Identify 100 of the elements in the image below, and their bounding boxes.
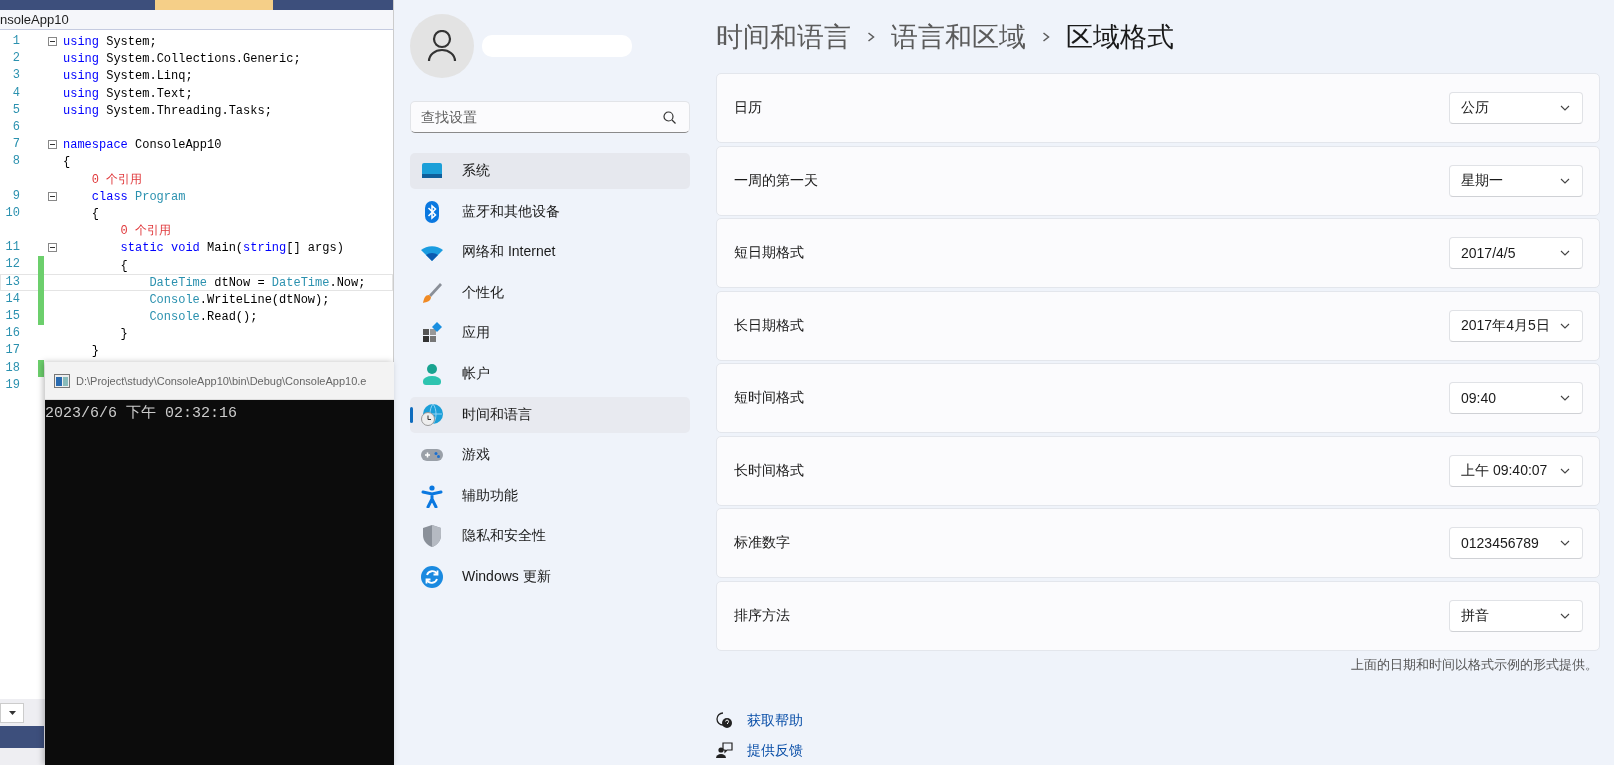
line-number: 10 [4, 204, 21, 222]
dropdown[interactable]: 公历 [1449, 92, 1583, 124]
nav-item[interactable]: 系统 [410, 153, 690, 189]
line-number: 15 [4, 308, 21, 325]
breadcrumb-link[interactable]: 时间和语言 [716, 18, 851, 55]
chevron-down-icon [1560, 322, 1570, 329]
reference-count-link[interactable]: 0 个引用 [60, 222, 393, 240]
line-number: 12 [4, 256, 21, 274]
search-icon [663, 111, 676, 124]
setting-label: 日历 [734, 99, 762, 117]
help-link[interactable]: 获取帮助 [747, 711, 803, 730]
line-number: 17 [4, 342, 21, 360]
collapse-icon[interactable] [48, 191, 57, 201]
breadcrumb-link[interactable]: 语言和区域 [891, 18, 1026, 55]
code-line: using System.Collections.Generic; [62, 51, 302, 68]
code-line: using System.Text; [62, 85, 194, 102]
nav-item[interactable]: 隐私和安全性 [410, 518, 690, 555]
file-title: nsoleApp10 [0, 10, 393, 30]
line-number: 9 [11, 187, 21, 205]
window-title: D:\Project\study\ConsoleApp10\bin\Debug\ConsoleApp10.e [76, 374, 367, 387]
line-number: 8 [11, 153, 21, 171]
nav-item[interactable]: 游戏 [410, 437, 690, 474]
reference-count-link[interactable]: 0 个引用 [60, 170, 393, 188]
dropdown[interactable]: 上午 09:40:07 [1449, 454, 1583, 487]
dropdown[interactable]: 拼音 [1449, 599, 1583, 632]
nav-item[interactable]: 蓝牙和其他设备 [410, 193, 690, 230]
dropdown[interactable]: 星期一 [1449, 164, 1583, 197]
feedback-person-icon [716, 742, 733, 759]
nav-item[interactable]: 应用 [410, 315, 690, 352]
line-number: 18 [4, 359, 21, 377]
selection-indicator [410, 406, 413, 423]
chevron-down-icon [1560, 540, 1570, 546]
sync-icon [420, 564, 444, 589]
code-line: namespace ConsoleApp10 [62, 137, 223, 154]
line-number: 6 [11, 118, 21, 136]
setting-label: 一周的第一天 [734, 171, 818, 190]
person-silhouette-icon [427, 30, 457, 62]
nav-item[interactable]: 时间和语言 [410, 396, 690, 433]
code-line: { [62, 154, 72, 171]
page-title: 区域格式 [1066, 20, 1174, 54]
dropdown[interactable]: 0123456789 [1449, 527, 1583, 559]
setting-label: 短日期格式 [734, 244, 804, 262]
console-app-icon [54, 373, 70, 388]
paintbrush-icon [420, 280, 444, 305]
nav-item[interactable]: 帐户 [410, 355, 690, 392]
line-number: 11 [4, 239, 21, 257]
chevron-down-icon [1560, 177, 1570, 184]
line-number: 19 [4, 376, 21, 394]
code-line: using System; [62, 34, 158, 51]
collapse-icon[interactable] [48, 243, 57, 253]
code-line: using System.Linq; [62, 68, 194, 85]
nav-item[interactable]: 辅助功能 [410, 477, 690, 514]
nav-item[interactable]: Windows 更新 [410, 558, 690, 595]
code-line: } [119, 326, 129, 343]
footnote: 上面的日期和时间以格式示例的形式提供。 [1351, 655, 1599, 674]
line-number: 1 [11, 33, 21, 50]
collapse-icon[interactable] [48, 140, 57, 150]
line-number: 3 [11, 67, 21, 85]
setting-label: 标准数字 [734, 534, 790, 552]
console-output: 2023/6/6 下午 02:32:16 [45, 404, 239, 422]
setting-label: 长日期格式 [734, 316, 804, 335]
setting-label: 长时间格式 [734, 461, 804, 480]
line-number: 13 [4, 273, 21, 291]
code-line: DateTime dtNow = DateTime.Now; [148, 274, 367, 291]
nav-item[interactable]: 网络和 Internet [410, 234, 690, 271]
line-number: 4 [11, 84, 21, 102]
line-number: 16 [4, 325, 21, 343]
accessibility-person-icon [420, 483, 444, 508]
help-link[interactable]: 提供反馈 [747, 741, 803, 760]
collapse-icon[interactable] [48, 37, 57, 47]
nav-item[interactable]: 个性化 [410, 274, 690, 311]
chevron-down-icon [1560, 612, 1570, 619]
help-chat-icon [716, 712, 733, 729]
setting-label: 短时间格式 [734, 389, 804, 407]
chevron-down-icon [1560, 395, 1570, 401]
panel-header-bar [0, 726, 44, 748]
caret-icon [8, 711, 16, 715]
code-line: using System.Threading.Tasks; [62, 102, 273, 119]
code-line: } [90, 343, 100, 360]
code-line: static void Main(string[] args) [119, 240, 345, 257]
chevron-down-icon [1560, 250, 1570, 256]
globe-clock-icon [420, 402, 444, 427]
dropdown-field[interactable] [0, 703, 24, 723]
code-line: { [119, 257, 129, 274]
code-line: Console.Read(); [148, 309, 259, 326]
chevron-down-icon [1560, 105, 1570, 111]
dropdown[interactable]: 2017年4月5日 [1449, 309, 1583, 342]
line-number: 7 [11, 136, 21, 154]
person-icon [420, 361, 444, 386]
code-line: Console.WriteLine(dtNow); [148, 291, 331, 308]
dropdown[interactable]: 09:40 [1449, 382, 1583, 414]
line-number: 2 [11, 50, 21, 68]
line-number: 14 [4, 290, 21, 308]
code-line: { [90, 205, 100, 222]
line-number: 5 [11, 101, 21, 119]
search-field[interactable]: 查找设置 [410, 101, 690, 133]
shield-icon [420, 524, 444, 549]
setting-label: 排序方法 [734, 606, 790, 625]
dropdown[interactable]: 2017/4/5 [1449, 237, 1583, 269]
code-line: class Program [90, 188, 187, 205]
